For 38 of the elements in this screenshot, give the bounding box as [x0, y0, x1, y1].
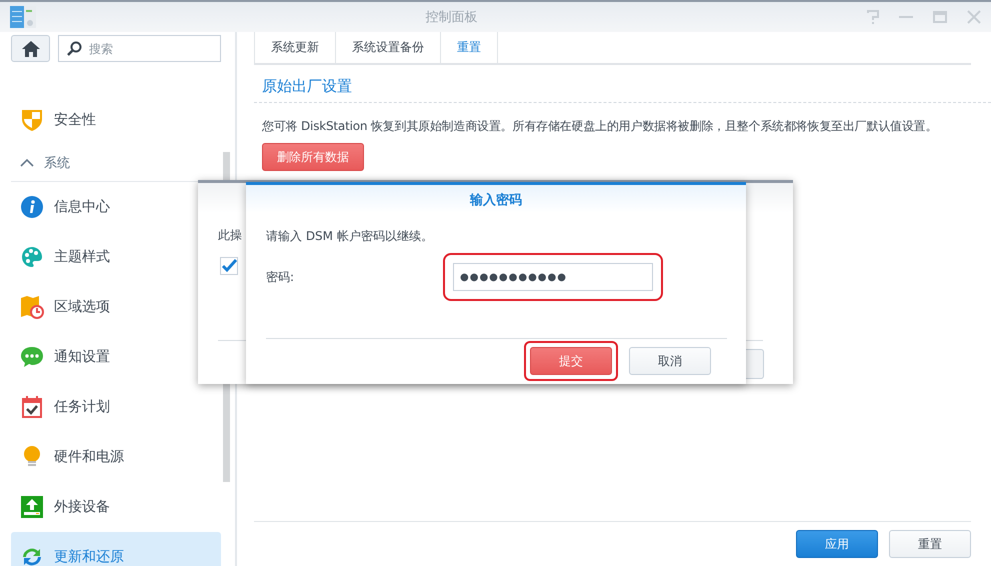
- upload-icon: [20, 496, 44, 518]
- refresh-icon: [20, 546, 44, 566]
- close-icon[interactable]: [967, 10, 981, 24]
- search-icon: [66, 41, 82, 57]
- apply-button[interactable]: 应用: [796, 530, 878, 558]
- collapse-icon: [20, 159, 34, 167]
- home-icon: [22, 40, 40, 56]
- app-icon: [10, 6, 36, 28]
- sidebar-item[interactable]: 安全性: [11, 95, 221, 145]
- reset-button[interactable]: 重置: [889, 530, 971, 558]
- tab[interactable]: 重置: [440, 32, 498, 63]
- chat-icon: [20, 346, 44, 368]
- shield-icon: [20, 108, 44, 132]
- dialog-title: 输入密码: [246, 185, 746, 213]
- map-icon: [20, 295, 44, 319]
- dialog-message: 请输入 DSM 帐户密码以继续。: [266, 228, 434, 245]
- window-title: 控制面板: [424, 9, 478, 26]
- sidebar-item[interactable]: 硬件和电源: [11, 432, 221, 482]
- checkbox[interactable]: [220, 257, 238, 275]
- password-field[interactable]: ●●●●●●●●●●●: [453, 263, 653, 291]
- calendar-icon: [20, 395, 44, 419]
- help-icon[interactable]: [867, 10, 879, 24]
- sidebar-item[interactable]: 任务计划: [11, 382, 221, 432]
- sidebar-item[interactable]: 通知设置: [11, 332, 221, 382]
- maximize-icon[interactable]: [933, 10, 947, 24]
- cancel-button[interactable]: 取消: [629, 347, 711, 375]
- palette-icon: [20, 246, 44, 268]
- field-label: 密码:: [266, 268, 296, 286]
- search-field[interactable]: 搜索: [58, 35, 221, 62]
- section-title: 原始出厂设置: [254, 65, 991, 103]
- info-icon: [20, 196, 44, 218]
- tab[interactable]: 系统更新: [254, 32, 335, 63]
- dialog-text: 此操: [218, 227, 242, 244]
- home-button[interactable]: [11, 35, 50, 62]
- sidebar-item[interactable]: 区域选项: [11, 282, 221, 332]
- section-description: 您可将 DiskStation 恢复到其原始制造商设置。所有存储在硬盘上的用户数据将被删除，且整个系统都将恢复至出厂默认值设置。: [261, 118, 938, 135]
- sidebar-item[interactable]: 外接设备: [11, 482, 221, 532]
- tab[interactable]: 系统设置备份: [335, 32, 440, 63]
